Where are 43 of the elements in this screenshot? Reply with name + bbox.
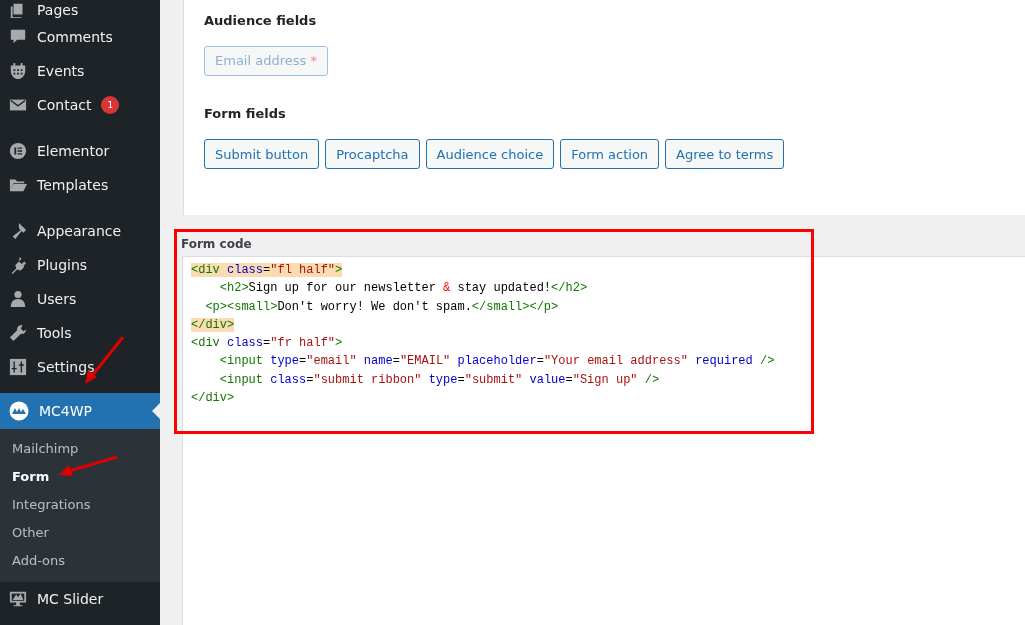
calendar-icon: [9, 62, 27, 80]
code-line: <h2>Sign up for our newsletter & stay updated!</h2>: [218, 280, 589, 298]
field-button[interactable]: Form action: [560, 139, 660, 169]
sidebar-item[interactable]: MC Slider: [0, 582, 160, 616]
sliders-icon: [9, 358, 27, 376]
person-icon: [9, 290, 27, 308]
submenu-item[interactable]: Add-ons: [0, 547, 160, 575]
sidebar-item[interactable]: Tools: [0, 316, 160, 350]
field-button[interactable]: Audience choice: [425, 139, 555, 169]
sidebar-item[interactable]: Plugins: [0, 248, 160, 282]
submenu-item[interactable]: Integrations: [0, 491, 160, 519]
code-line: <p><small>Don't worry! We don't spam.</small></p>: [204, 298, 560, 316]
sidebar-item[interactable]: Templates: [0, 168, 160, 202]
submenu-item[interactable]: Other: [0, 519, 160, 547]
sidebar-item[interactable]: Pages: [0, 0, 160, 20]
sidebar-item[interactable]: MC4WP: [0, 393, 160, 429]
notification-badge: 1: [101, 96, 120, 114]
submenu-item[interactable]: Form: [0, 463, 160, 491]
letter-e-circle-icon: [9, 142, 27, 160]
sidebar-item[interactable]: Settings: [0, 350, 160, 384]
monitor-icon: [9, 590, 27, 608]
wrench-icon: [9, 324, 27, 342]
sidebar-item[interactable]: Comments: [0, 20, 160, 54]
field-button[interactable]: Agree to terms: [665, 139, 785, 169]
code-line: <input class="submit ribbon" type="submit" value="Sign up" />: [218, 371, 661, 389]
code-line: <div class="fr half">: [191, 335, 344, 353]
section-heading: Form fields: [204, 106, 287, 122]
code-editor[interactable]: [182, 256, 1025, 625]
sidebar-item[interactable]: Contact 1: [0, 88, 160, 122]
code-line: <input type="email" name="EMAIL" placeholder="Your email address" required />: [218, 353, 776, 371]
code-line: </div>: [191, 390, 236, 408]
sidebar-item[interactable]: Appearance: [0, 214, 160, 248]
submenu-item[interactable]: Mailchimp: [0, 435, 160, 463]
sidebar-item[interactable]: Elementor: [0, 134, 160, 168]
sidebar-item[interactable]: Events: [0, 54, 160, 88]
field-button[interactable]: Submit button: [204, 139, 320, 169]
plug-icon: [9, 256, 27, 274]
mc4wp-logo-icon: [9, 401, 29, 421]
annotation-arrow: [59, 455, 118, 476]
section-heading: Audience fields: [204, 13, 318, 29]
field-button[interactable]: Procaptcha: [325, 139, 420, 169]
pointer-icon: [152, 403, 160, 419]
sidebar-item[interactable]: Users: [0, 282, 160, 316]
